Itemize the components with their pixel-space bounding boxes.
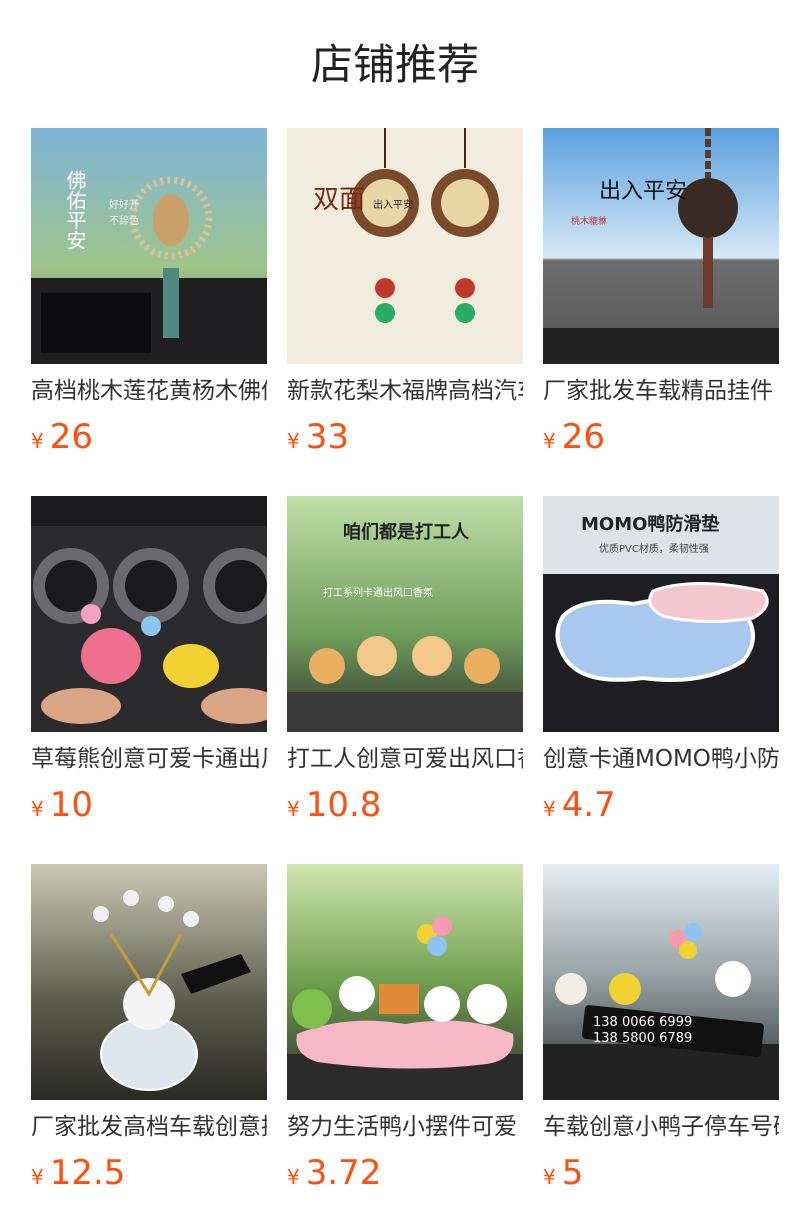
image-caption: 不辞色 [109, 214, 139, 227]
price-value: 12.5 [49, 1153, 126, 1193]
product-image[interactable] [31, 864, 267, 1100]
currency-symbol: ¥ [287, 429, 300, 453]
currency-symbol: ¥ [287, 1165, 300, 1189]
image-caption: 优质PVC材质，柔韧性强 [599, 542, 709, 555]
product-price: ¥33 [287, 417, 523, 457]
product-name[interactable]: 厂家批发车载精品挂件 [543, 375, 779, 407]
product-image[interactable]: 佛佑平安 好好开 不辞色 [31, 128, 267, 364]
product-name[interactable]: 高档桃木莲花黄杨木佛像汽车挂件 [31, 375, 267, 407]
product-price: ¥26 [543, 417, 779, 457]
product-card[interactable]: 厂家批发高档车载创意摆件 ¥12.5 [31, 864, 267, 1194]
product-grid: 佛佑平安 好好开 不辞色 高档桃木莲花黄杨木佛像汽车挂件 ¥26 [0, 0, 790, 1232]
product-image-art [31, 864, 267, 1100]
product-card[interactable]: 出入平安 桃木貔貅 厂家批发车载精品挂件 ¥26 [543, 128, 779, 458]
currency-symbol: ¥ [31, 429, 44, 453]
currency-symbol: ¥ [543, 1165, 556, 1189]
product-image[interactable] [287, 864, 523, 1100]
image-caption: 138 5800 6789 [593, 1031, 692, 1046]
currency-symbol: ¥ [543, 797, 556, 821]
product-card[interactable]: 咱们都是打工人 打工系列卡通出风口香氛 打工人创意可爱出风口香薰 ¥10.8 [287, 496, 523, 826]
product-card[interactable]: 草莓熊创意可爱卡通出风口香薰 ¥10 [31, 496, 267, 826]
product-card[interactable]: 努力生活鸭小摆件可爱 ¥3.72 [287, 864, 523, 1194]
product-image[interactable]: 138 0066 6999 138 5800 6789 [543, 864, 779, 1100]
image-caption: 138 0066 6999 [593, 1015, 692, 1030]
image-caption: 打工系列卡通出风口香氛 [323, 586, 433, 599]
product-image[interactable]: 出入平安 桃木貔貅 [543, 128, 779, 364]
product-card[interactable]: MOMO鸭防滑垫 优质PVC材质，柔韧性强 创意卡通MOMO鸭小防滑垫 ¥4.7 [543, 496, 779, 826]
currency-symbol: ¥ [287, 797, 300, 821]
price-value: 5 [561, 1153, 584, 1193]
product-image-art [287, 864, 523, 1100]
price-value: 3.72 [305, 1153, 382, 1193]
product-image-art: 双面 出入平安 [287, 128, 523, 364]
price-value: 4.7 [561, 785, 616, 825]
image-caption: MOMO鸭防滑垫 [581, 513, 719, 535]
product-name[interactable]: 打工人创意可爱出风口香薰 [287, 743, 523, 775]
product-name[interactable]: 草莓熊创意可爱卡通出风口香薰 [31, 743, 267, 775]
product-price: ¥4.7 [543, 785, 779, 825]
price-value: 10 [49, 785, 93, 825]
product-price: ¥12.5 [31, 1153, 267, 1193]
product-image[interactable]: 双面 出入平安 [287, 128, 523, 364]
product-name[interactable]: 厂家批发高档车载创意摆件 [31, 1111, 267, 1143]
price-value: 26 [49, 417, 93, 457]
price-value: 33 [305, 417, 349, 457]
product-card[interactable]: 138 0066 6999 138 5800 6789 车载创意小鸭子停车号码牌… [543, 864, 779, 1194]
image-caption: 咱们都是打工人 [343, 521, 470, 543]
product-image[interactable] [31, 496, 267, 732]
product-price: ¥5 [543, 1153, 779, 1193]
product-card[interactable]: 双面 出入平安 新款花梨木福牌高档汽车挂件 ¥33 [287, 128, 523, 458]
currency-symbol: ¥ [543, 429, 556, 453]
product-image-art: 咱们都是打工人 打工系列卡通出风口香氛 [287, 496, 523, 732]
image-caption: 好好开 [109, 199, 139, 211]
product-image[interactable]: 咱们都是打工人 打工系列卡通出风口香氛 [287, 496, 523, 732]
product-card[interactable]: 佛佑平安 好好开 不辞色 高档桃木莲花黄杨木佛像汽车挂件 ¥26 [31, 128, 267, 458]
product-image-art: 138 0066 6999 138 5800 6789 [543, 864, 779, 1100]
product-image-art: 出入平安 桃木貔貅 [543, 128, 779, 364]
image-caption: 出入平安 [373, 198, 413, 211]
product-image[interactable]: MOMO鸭防滑垫 优质PVC材质，柔韧性强 [543, 496, 779, 732]
image-caption: 出入平安 [599, 179, 687, 204]
product-price: ¥10.8 [287, 785, 523, 825]
image-caption: 佛佑平安 [63, 170, 87, 250]
image-caption: 双面 [313, 185, 365, 215]
product-price: ¥26 [31, 417, 267, 457]
currency-symbol: ¥ [31, 1165, 44, 1189]
product-price: ¥3.72 [287, 1153, 523, 1193]
price-value: 26 [561, 417, 605, 457]
product-price: ¥10 [31, 785, 267, 825]
product-name[interactable]: 车载创意小鸭子停车号码牌 [543, 1111, 779, 1143]
product-name[interactable]: 创意卡通MOMO鸭小防滑垫 [543, 743, 779, 775]
product-name[interactable]: 新款花梨木福牌高档汽车挂件 [287, 375, 523, 407]
product-image-art: MOMO鸭防滑垫 优质PVC材质，柔韧性强 [543, 496, 779, 732]
price-value: 10.8 [305, 785, 382, 825]
product-image-art: 佛佑平安 好好开 不辞色 [31, 128, 267, 364]
product-image-art [31, 496, 267, 732]
image-caption: 桃木貔貅 [571, 215, 607, 227]
product-name[interactable]: 努力生活鸭小摆件可爱 [287, 1111, 523, 1143]
currency-symbol: ¥ [31, 797, 44, 821]
